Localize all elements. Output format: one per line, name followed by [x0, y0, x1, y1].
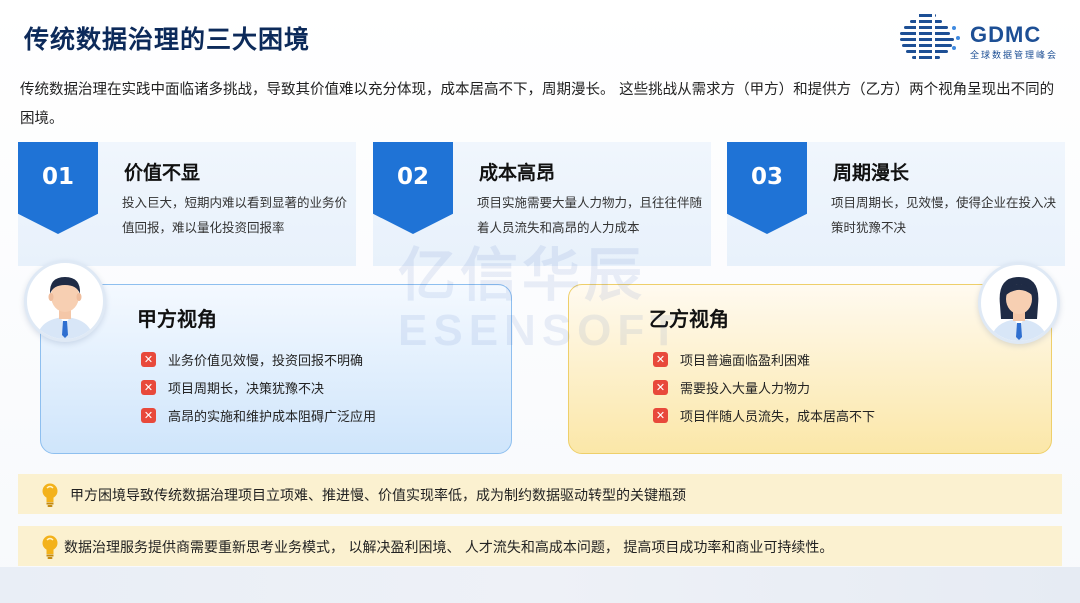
- card-title: 周期漫长: [833, 162, 910, 184]
- intro-paragraph: 传统数据治理在实践中面临诸多挑战，导致其价值难以充分体现，成本居高不下，周期漫长…: [20, 82, 1055, 127]
- list-item: ✕ 业务价值见效慢，投资回报不明确: [141, 345, 376, 373]
- x-mark-icon: ✕: [653, 407, 668, 423]
- tip-text: 甲方困境导致传统数据治理项目立项难、推进慢、价值实现率低，成为制约数据驱动转型的…: [70, 488, 686, 504]
- card-description: 项目周期长，见效慢，使得企业在投入决策时犹豫不决: [831, 195, 1057, 235]
- male-avatar-icon: [24, 260, 106, 342]
- list-item: ✕ 项目伴随人员流失，成本居高不下: [653, 401, 875, 429]
- page-title: 传统数据治理的三大困境: [24, 25, 311, 54]
- gdmc-logo: GDMC 全球数据管理峰会: [896, 8, 1076, 68]
- issue-list: ✕ 业务价值见效慢，投资回报不明确 ✕ 项目周期长，决策犹豫不决 ✕ 高昂的实施和维护…: [141, 345, 376, 429]
- list-item: ✕ 需要投入大量人力物力: [653, 373, 875, 401]
- x-mark-icon: ✕: [141, 351, 156, 367]
- x-mark-icon: ✕: [141, 407, 156, 423]
- challenge-card-cycle: 03 周期漫长 项目周期长，见效慢，使得企业在投入决策时犹豫不决: [727, 142, 1065, 266]
- female-avatar-icon: [991, 277, 1047, 341]
- lightbulb-icon: [42, 483, 58, 507]
- male-avatar-icon: [37, 277, 93, 339]
- tip-text: 数据治理服务提供商需要重新思考业务模式， 以解决盈利困境、 人才流失和高成本问题…: [64, 540, 834, 556]
- tip-bar: 甲方困境导致传统数据治理项目立项难、推进慢、价值实现率低，成为制约数据驱动转型的…: [18, 474, 1062, 514]
- issue-list: ✕ 项目普遍面临盈利困难 ✕ 需要投入大量人力物力 ✕ 项目伴随人员流失，成本居高不下: [653, 345, 875, 429]
- lightbulb-icon: [42, 535, 58, 559]
- number-flag: 02: [373, 142, 453, 234]
- card-description: 投入巨大，短期内难以看到显著的业务价值回报，难以量化投资回报率: [122, 195, 348, 235]
- issue-text: 项目普遍面临盈利困难: [680, 353, 811, 369]
- bottom-strip: [0, 567, 1080, 603]
- issue-text: 业务价值见效慢，投资回报不明确: [168, 353, 364, 369]
- x-mark-icon: ✕: [141, 379, 156, 395]
- card-number: 02: [396, 164, 429, 190]
- female-avatar-icon: [978, 262, 1060, 344]
- card-title: 成本高昂: [479, 162, 556, 184]
- list-item: ✕ 项目普遍面临盈利困难: [653, 345, 875, 373]
- x-mark-icon: ✕: [653, 351, 668, 367]
- tip-bar: 数据治理服务提供商需要重新思考业务模式， 以解决盈利困境、 人才流失和高成本问题…: [18, 526, 1062, 566]
- number-flag: 03: [727, 142, 807, 234]
- card-number: 01: [41, 164, 74, 190]
- issue-text: 项目周期长，决策犹豫不决: [168, 381, 325, 397]
- card-number: 03: [750, 164, 783, 190]
- logo-text: GDMC: [970, 22, 1042, 47]
- logo-subtitle: 全球数据管理峰会: [970, 51, 1059, 61]
- x-mark-icon: ✕: [653, 379, 668, 395]
- issue-text: 项目伴随人员流失，成本居高不下: [680, 409, 876, 425]
- panel-title: 甲方视角: [137, 307, 217, 331]
- slide: 传统数据治理的三大困境 GDMC 全球数据管理峰会 传统数据治理在实践中面临诸多…: [0, 0, 1080, 603]
- panel-title: 乙方视角: [649, 307, 729, 331]
- client-perspective-panel: 甲方视角 ✕ 业务价值见效慢，投资回报不明确 ✕ 项目周期长，决策犹豫不决 ✕ 高昂的…: [40, 284, 512, 454]
- list-item: ✕ 高昂的实施和维护成本阻碍广泛应用: [141, 401, 376, 429]
- number-flag: 01: [18, 142, 98, 234]
- globe-logo-icon: [900, 13, 960, 61]
- list-item: ✕ 项目周期长，决策犹豫不决: [141, 373, 376, 401]
- challenge-card-value: 01 价值不显 投入巨大，短期内难以看到显著的业务价值回报，难以量化投资回报率: [18, 142, 356, 266]
- card-description: 项目实施需要大量人力物力，且往往伴随着人员流失和高昂的人力成本: [477, 195, 703, 235]
- card-title: 价值不显: [124, 162, 201, 184]
- issue-text: 需要投入大量人力物力: [680, 381, 811, 397]
- challenge-card-cost: 02 成本高昂 项目实施需要大量人力物力，且往往伴随着人员流失和高昂的人力成本: [373, 142, 711, 266]
- issue-text: 高昂的实施和维护成本阻碍广泛应用: [168, 409, 377, 425]
